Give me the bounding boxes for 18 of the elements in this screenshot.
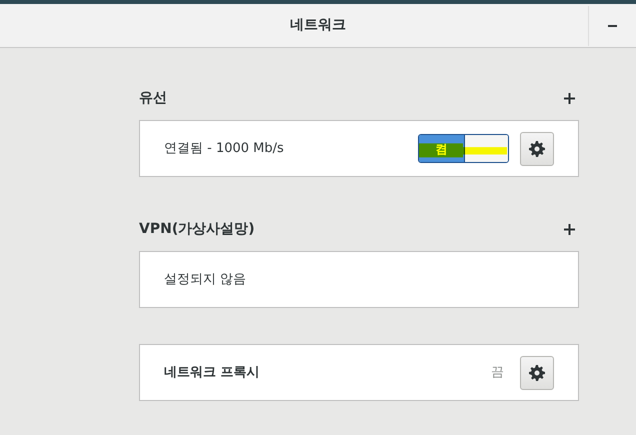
minimize-icon <box>608 24 617 27</box>
window-title: 네트워크 <box>289 16 347 35</box>
row-label: 네트워크 프록시 <box>164 364 261 382</box>
settings-button[interactable] <box>520 356 554 390</box>
section-title: VPN(가상사설망) <box>139 220 255 238</box>
gear-icon <box>529 140 545 156</box>
switch-label: 켬 <box>435 140 448 158</box>
list-row[interactable]: 네트워크 프록시 끔 <box>139 344 579 401</box>
status-text: 끔 <box>491 364 504 382</box>
add-icon <box>564 224 575 234</box>
row-label: 연결됨 - 1000 Mb/s <box>164 140 285 158</box>
settings-button[interactable] <box>520 132 554 166</box>
section-title: 유선 <box>139 88 167 108</box>
gear-icon <box>529 364 545 380</box>
toggle-switch[interactable]: 켬 <box>418 134 509 163</box>
row-label: 설정되지 않음 <box>164 270 248 289</box>
add-icon <box>564 92 575 104</box>
list-row[interactable]: 연결됨 - 1000 Mb/s 켬 <box>139 120 579 177</box>
